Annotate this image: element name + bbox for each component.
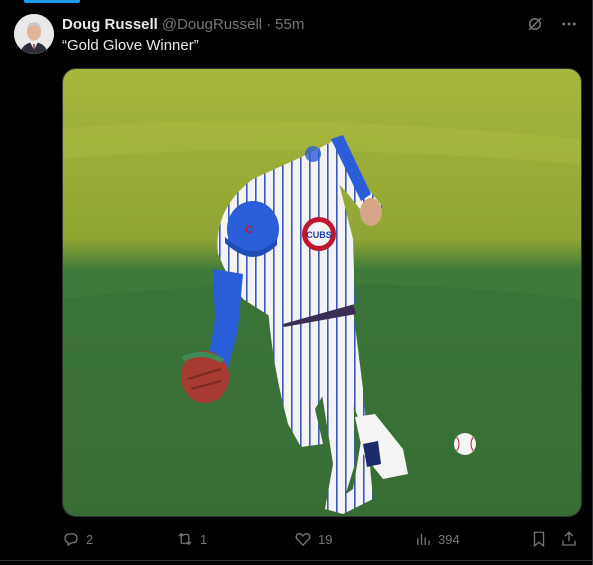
more-icon[interactable] [559, 14, 579, 34]
tweet-top-actions [525, 14, 579, 34]
active-tab-indicator [24, 0, 80, 3]
bookmark-button[interactable] [530, 528, 548, 550]
separator-dot: · [266, 15, 272, 33]
repost-button[interactable]: 1 [176, 528, 207, 550]
share-button[interactable] [560, 528, 578, 550]
tweet-divider [0, 560, 593, 561]
views-button[interactable]: 394 [414, 528, 460, 550]
like-button[interactable]: 19 [294, 528, 332, 550]
views-icon [417, 533, 430, 545]
repost-count: 1 [200, 531, 208, 547]
cap-letter: C [245, 224, 253, 236]
reply-count: 2 [86, 531, 94, 547]
avatar[interactable] [14, 14, 54, 54]
tweet-header: Doug Russell @DougRussell · 55m [62, 14, 304, 34]
tweet-text: “Gold Glove Winner” [62, 37, 199, 54]
repost-icon [178, 532, 192, 546]
tweet-actions: 2 1 19 394 [62, 528, 582, 550]
share-icon [562, 531, 576, 546]
avatar-image [14, 14, 54, 54]
author-handle[interactable]: @DougRussell [162, 16, 262, 33]
views-count: 394 [438, 531, 460, 547]
timestamp[interactable]: 55m [275, 16, 304, 33]
author-name[interactable]: Doug Russell [62, 16, 158, 33]
like-icon [295, 532, 311, 546]
reply-icon [64, 533, 78, 547]
like-count: 19 [318, 531, 333, 547]
baseball-photo: CUBS C [63, 69, 581, 516]
bookmark-icon [533, 531, 545, 548]
reply-button[interactable]: 2 [62, 528, 93, 550]
tweet-media[interactable]: CUBS C [62, 68, 582, 517]
grok-icon[interactable] [525, 14, 545, 34]
jersey-logo-text: CUBS [306, 230, 332, 240]
